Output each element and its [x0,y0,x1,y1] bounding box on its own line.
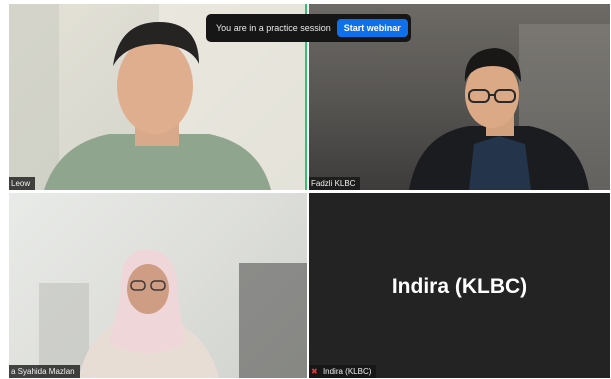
start-webinar-button[interactable]: Start webinar [336,19,408,37]
mic-muted-icon: ✖ [311,367,318,376]
participant-name: a Syahida Mazlan [11,367,75,376]
participant-display-name: Indira (KLBC) [391,275,528,298]
video-gallery: Leow Fadzli KLBC a Syahida Mazlan Indira… [9,4,610,378]
participant-name-tag: Leow [9,177,36,190]
participant-name: Indira (KLBC) [322,367,372,376]
participant-name-tag: Fadzli KLBC [309,177,361,190]
participant-video-syahida [39,249,307,378]
participant-name-tag: ✖ Indira (KLBC) [309,365,377,378]
participant-name-tag: a Syahida Mazlan [9,365,80,378]
video-tile-syahida[interactable]: a Syahida Mazlan [9,193,307,378]
practice-session-banner: You are in a practice session Start webi… [206,14,411,42]
video-tile-indira[interactable]: Indira (KLBC) ✖ Indira (KLBC) [309,193,610,378]
participant-name: Fadzli KLBC [311,179,356,188]
participant-name: Leow [11,179,31,188]
practice-session-message: You are in a practice session [216,23,331,33]
